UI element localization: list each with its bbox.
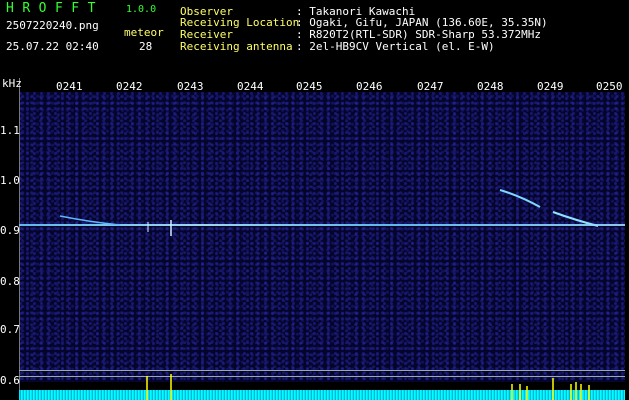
meteor-echoes bbox=[59, 189, 599, 236]
meteor-trail-2 bbox=[552, 211, 599, 227]
meteor-trail-1 bbox=[499, 189, 541, 208]
signal-spikes bbox=[146, 374, 590, 400]
meteor-trail-3 bbox=[59, 215, 121, 226]
